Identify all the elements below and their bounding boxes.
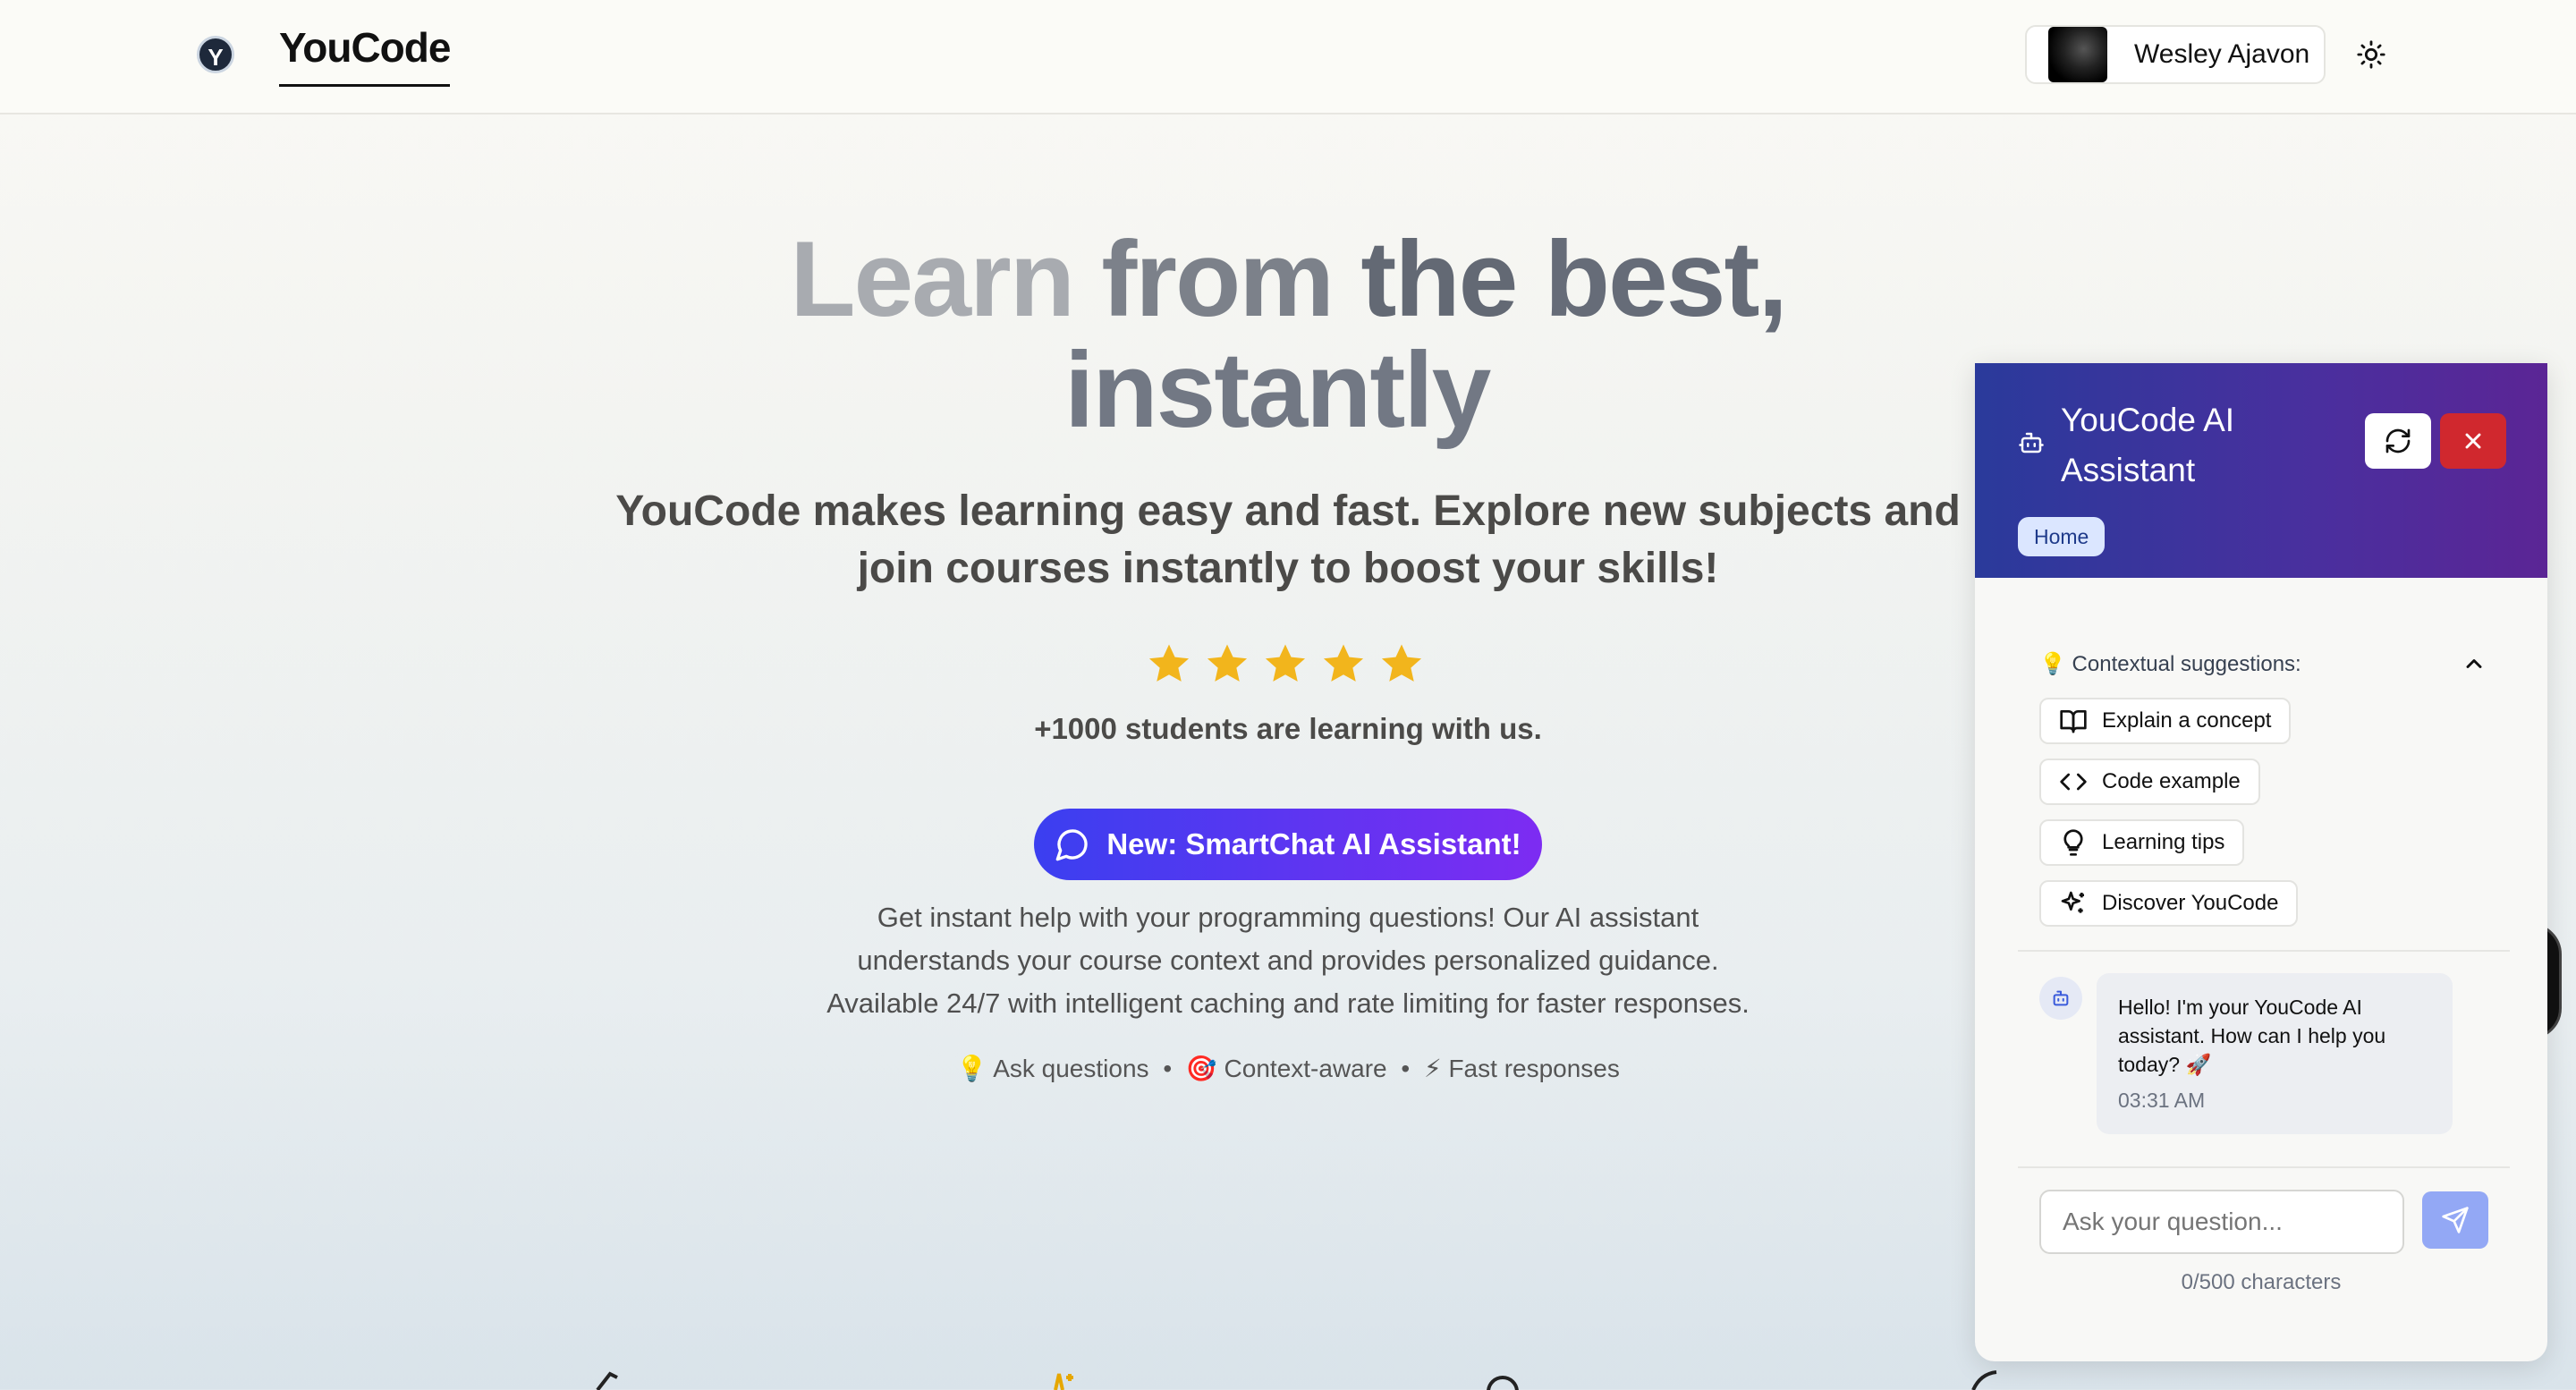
assistant-message: Hello! I'm your YouCode AI assistant. Ho…	[2097, 973, 2453, 1134]
code-icon	[2060, 773, 2087, 791]
bot-icon	[2019, 432, 2044, 453]
character-counter: 0/500 characters	[2181, 1270, 2342, 1294]
suggestion-label: Discover YouCode	[2102, 891, 2279, 915]
chat-input[interactable]	[2039, 1190, 2404, 1254]
star-icon	[1323, 644, 1364, 682]
feature-context-aware: 🎯 Context-aware	[1185, 1055, 1387, 1082]
suggestion-label: Code example	[2102, 769, 2241, 793]
brand-link[interactable]: YouCode	[279, 23, 451, 87]
cta-description-line: Get instant help with your programming q…	[877, 902, 1699, 933]
star-icon	[1381, 644, 1422, 682]
lightbulb-icon	[2063, 829, 2083, 856]
cta-description: Get instant help with your programming q…	[751, 896, 1825, 1025]
cta-description-line: understands your course context and prov…	[857, 945, 1719, 976]
close-chat-button[interactable]	[2440, 413, 2506, 469]
sparkles-icon	[2061, 891, 2084, 913]
hero-title-word: best,	[1544, 219, 1788, 339]
suggestion-discover-youcode[interactable]: Discover YouCode	[2039, 880, 2299, 927]
suggestion-label: Explain a concept	[2102, 708, 2272, 733]
rating-stars	[1145, 640, 1426, 689]
refresh-icon	[2385, 428, 2411, 453]
star-icon	[1207, 644, 1248, 682]
divider	[2018, 950, 2510, 952]
ai-assistant-panel: YouCode AI Assistant Home 💡 Contextual s…	[1975, 363, 2547, 1361]
suggestion-label: Learning tips	[2102, 830, 2225, 854]
suggestions-header: 💡 Contextual suggestions:	[2039, 652, 2301, 676]
suggestion-code-example[interactable]: Code example	[2039, 759, 2260, 805]
cta-label: New: SmartChat AI Assistant!	[1106, 827, 1521, 860]
feature-fast-responses: ⚡ Fast responses	[1424, 1055, 1620, 1082]
hero-title-line2: instantly	[1064, 330, 1491, 450]
feature-icon	[1046, 1369, 1082, 1390]
close-icon	[2465, 433, 2481, 449]
features-icons-row	[0, 1369, 2576, 1390]
chat-header: YouCode AI Assistant Home	[1975, 363, 2547, 578]
smartchat-cta-button[interactable]: New: SmartChat AI Assistant!	[1034, 809, 1542, 880]
feature-ask-questions: 💡 Ask questions	[956, 1055, 1149, 1082]
hero-title: Learn from the best, instantly	[0, 224, 2576, 445]
feature-icon	[1968, 1369, 2004, 1390]
theme-toggle-button[interactable]	[2354, 38, 2388, 72]
feature-separator: •	[1401, 1055, 1411, 1082]
refresh-chat-button[interactable]	[2365, 413, 2431, 469]
chevron-up-icon	[2466, 659, 2482, 668]
bot-icon	[2053, 990, 2069, 1006]
user-name: Wesley Ajavon	[2134, 39, 2310, 69]
feature-icon	[590, 1369, 626, 1390]
message-timestamp: 03:31 AM	[2118, 1089, 2206, 1112]
message-text: Hello! I'm your YouCode AI assistant. Ho…	[2118, 996, 2386, 1076]
hero-title-word: the	[1360, 219, 1518, 339]
avatar	[2048, 27, 2107, 82]
send-icon	[2442, 1207, 2469, 1233]
divider	[2018, 1166, 2510, 1168]
star-icon	[1265, 644, 1306, 682]
suggestions-list: Explain a concept Code example Learning …	[2039, 698, 2299, 941]
hero-subtitle: YouCode makes learning easy and fast. Ex…	[615, 487, 1961, 592]
send-button[interactable]	[2422, 1191, 2488, 1249]
hero-title-word: from	[1101, 219, 1335, 339]
youcode-logo-icon[interactable]: Y	[197, 36, 234, 73]
context-badge: Home	[2018, 517, 2106, 556]
bot-avatar	[2039, 977, 2082, 1020]
suggestion-learning-tips[interactable]: Learning tips	[2039, 819, 2245, 866]
hero-title-word: Learn	[790, 219, 1075, 339]
star-icon	[1148, 644, 1190, 682]
feature-icon	[1485, 1369, 1521, 1390]
collapse-suggestions-button[interactable]	[2462, 651, 2487, 681]
cta-description-line: Available 24/7 with intelligent caching …	[826, 987, 1750, 1019]
user-menu-button[interactable]: Wesley Ajavon	[2025, 25, 2326, 84]
chat-bubble-icon	[1056, 829, 1089, 861]
sun-icon	[2357, 40, 2385, 69]
suggestion-explain-concept[interactable]: Explain a concept	[2039, 698, 2292, 744]
feature-separator: •	[1163, 1055, 1173, 1082]
book-open-icon	[2060, 710, 2087, 733]
chat-title: YouCode AI Assistant	[2061, 402, 2235, 488]
top-nav: Y YouCode Wesley Ajavon	[0, 0, 2576, 114]
